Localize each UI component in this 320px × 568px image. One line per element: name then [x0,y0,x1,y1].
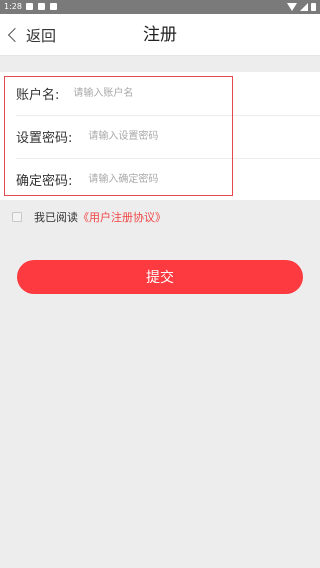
status-bar: 1:28 [0,0,320,14]
agreement-link[interactable]: 《用户注册协议》 [78,209,166,225]
nav-bar: 返回 注册 [0,14,320,56]
password-label: 设置密码: [16,131,73,146]
account-row: 账户名: [16,72,320,115]
back-button[interactable]: 返回 [6,14,56,56]
password-input[interactable] [88,121,320,152]
confirm-row: 确定密码: [16,158,320,201]
back-label: 返回 [26,26,57,45]
download-notification-icon [38,3,45,10]
submit-button[interactable]: 提交 [17,260,303,294]
register-form: 账户名: 设置密码: 确定密码: [0,72,320,200]
status-notification-icons [26,3,57,11]
confirm-label: 确定密码: [16,174,73,189]
status-right-icons [287,3,316,11]
account-input[interactable] [73,78,320,109]
account-label: 账户名: [16,88,60,103]
image-notification-icon [26,3,33,10]
password-row: 设置密码: [16,115,320,158]
battery-icon [311,3,316,11]
app-notification-icon [50,3,57,10]
chevron-left-icon [7,27,23,43]
agreement-text: 我已阅读 [34,211,78,224]
agreement-checkbox[interactable] [12,212,22,222]
status-time: 1:28 [4,2,22,11]
agreement-row: 我已阅读 《用户注册协议》 [12,208,166,226]
wifi-icon [287,3,297,11]
confirm-password-input[interactable] [88,164,320,195]
signal-icon [300,3,308,11]
